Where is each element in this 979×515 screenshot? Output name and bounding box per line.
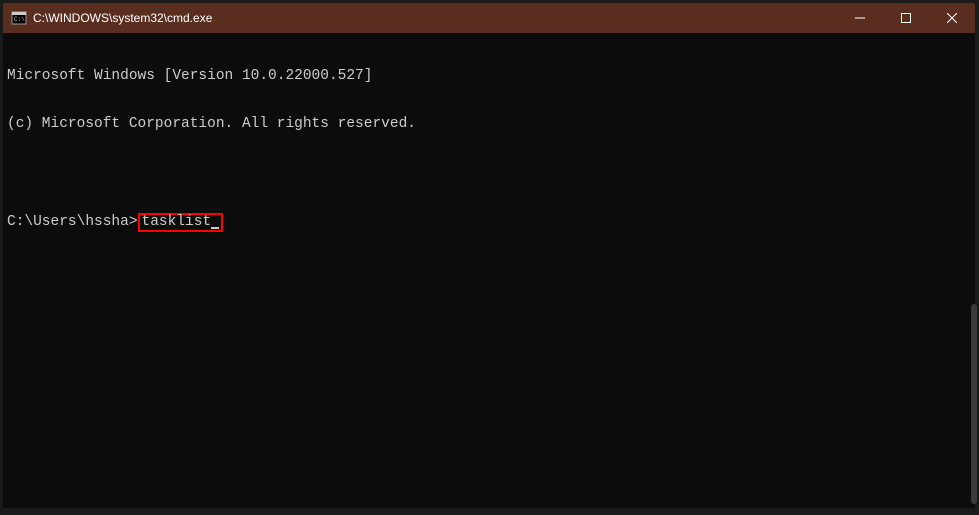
cmd-window: C:\ C:\WINDOWS\system32\cmd.exe Microsof… — [3, 3, 975, 508]
command-highlight: tasklist — [138, 213, 224, 233]
command-text: tasklist — [142, 214, 212, 230]
version-line: Microsoft Windows [Version 10.0.22000.52… — [7, 69, 971, 85]
scrollbar-thumb[interactable] — [971, 304, 975, 504]
window-controls — [837, 3, 975, 33]
terminal-area[interactable]: Microsoft Windows [Version 10.0.22000.52… — [3, 33, 975, 508]
copyright-line: (c) Microsoft Corporation. All rights re… — [7, 117, 971, 133]
titlebar[interactable]: C:\ C:\WINDOWS\system32\cmd.exe — [3, 3, 975, 33]
svg-text:C:\: C:\ — [14, 16, 25, 23]
maximize-button[interactable] — [883, 3, 929, 33]
window-title: C:\WINDOWS\system32\cmd.exe — [33, 11, 837, 25]
cmd-icon: C:\ — [11, 10, 27, 26]
prompt-line: C:\Users\hssha>tasklist — [7, 213, 971, 233]
cursor — [211, 227, 219, 229]
blank-line — [7, 165, 971, 181]
prompt-text: C:\Users\hssha> — [7, 215, 138, 231]
close-button[interactable] — [929, 3, 975, 33]
scrollbar[interactable] — [971, 32, 975, 504]
minimize-button[interactable] — [837, 3, 883, 33]
